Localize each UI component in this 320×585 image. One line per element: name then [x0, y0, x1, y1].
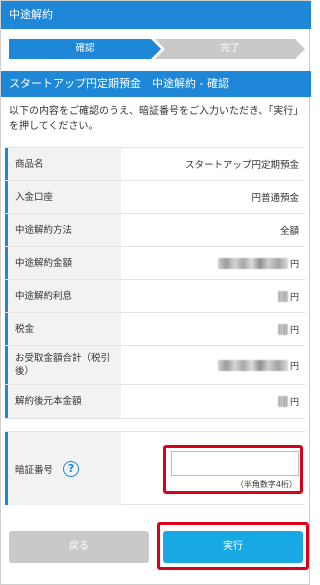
row-value: 円普通預金 — [251, 193, 299, 204]
pin-label: 暗証番号 — [15, 464, 54, 476]
currency-unit: 円 — [289, 259, 299, 270]
row-value: 円 — [121, 313, 305, 345]
progress-steps: 確認 完了 — [9, 39, 305, 59]
screen-frame: 中途解約 確認 完了 スタートアップ円定期預金 中途解約 - 確認 以下の内容を… — [0, 0, 311, 585]
pin-note: （半角数字4桁） — [235, 480, 297, 489]
masked-amount — [217, 359, 288, 371]
question-circle-icon[interactable]: ? — [63, 460, 80, 477]
masked-amount — [277, 396, 288, 407]
row-label: 中途解約金額 — [5, 247, 121, 279]
row-value: 全額 — [279, 226, 299, 237]
pin-label-cell: 暗証番号 ? — [5, 432, 121, 505]
table-row: 解約後元本金額 円 — [5, 385, 305, 419]
row-value: スタートアップ円定期預金 — [184, 160, 299, 171]
page-header: 中途解約 — [1, 1, 311, 29]
masked-amount — [277, 323, 288, 335]
table-row: 入金口座 円普通預金 — [5, 181, 305, 214]
currency-unit: 円 — [289, 398, 299, 408]
currency-unit: 円 — [289, 292, 299, 303]
back-button[interactable]: 戻る — [9, 531, 149, 563]
row-label: 中途解約利息 — [5, 280, 121, 312]
currency-unit: 円 — [289, 361, 299, 372]
table-row: 中途解約利息 円 — [5, 280, 305, 313]
row-value: 円 — [121, 346, 305, 384]
masked-amount — [277, 290, 288, 302]
step-confirm: 確認 — [9, 39, 161, 59]
pin-input[interactable] — [171, 451, 299, 476]
masked-amount — [217, 257, 288, 269]
currency-unit: 円 — [289, 325, 299, 336]
row-label: 商品名 — [5, 148, 121, 180]
row-label: 税金 — [5, 313, 121, 345]
row-label: 入金口座 — [5, 181, 121, 213]
table-row: 税金 円 — [5, 313, 305, 346]
row-label: 中途解約方法 — [5, 214, 121, 246]
intro-text: 以下の内容をご確認のうえ、暗証番号をご入力いただき、「実行」を押してください。 — [9, 106, 304, 132]
row-value: 円 — [121, 385, 305, 418]
row-value: 円 — [121, 280, 305, 312]
page-title: 中途解約 — [9, 8, 53, 21]
table-row: 商品名 スタートアップ円定期預金 — [5, 148, 305, 181]
step-complete: 完了 — [155, 39, 305, 59]
row-label: 解約後元本金額 — [5, 385, 121, 418]
execute-button[interactable]: 実行 — [163, 531, 303, 563]
table-row: 中途解約金額 円 — [5, 247, 305, 280]
table-row: お受取金額合計（税引後） 円 — [5, 346, 305, 385]
row-value: 円 — [121, 247, 305, 279]
row-label: お受取金額合計（税引後） — [5, 346, 121, 384]
table-row: 中途解約方法 全額 — [5, 214, 305, 247]
confirm-table: 商品名 スタートアップ円定期預金 入金口座 円普通預金 中途解約方法 全額 中途… — [5, 147, 305, 419]
section-title: スタートアップ円定期預金 中途解約 - 確認 — [1, 71, 311, 97]
